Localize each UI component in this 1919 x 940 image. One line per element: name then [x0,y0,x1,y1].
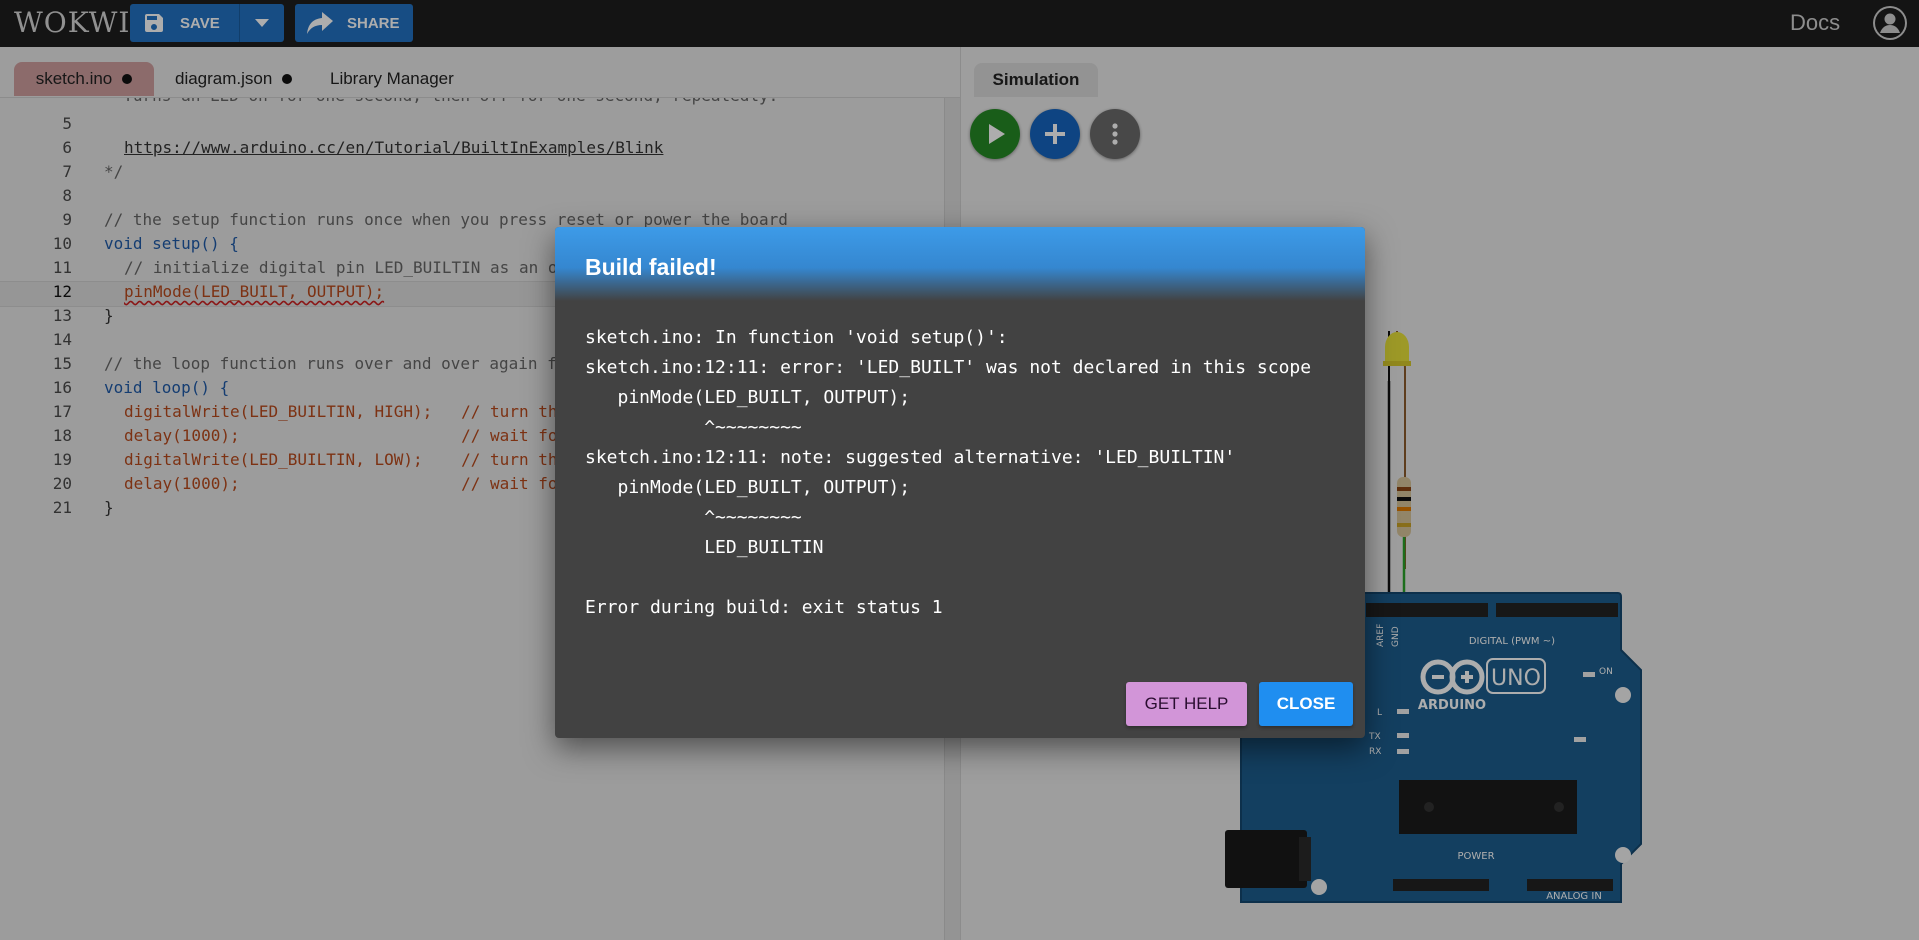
build-error-log: sketch.ino: In function 'void setup()': … [585,327,1312,618]
close-button[interactable]: CLOSE [1259,682,1353,726]
get-help-button[interactable]: GET HELP [1126,682,1247,726]
build-failed-dialog: Build failed! sketch.ino: In function 'v… [555,227,1365,738]
dialog-header: Build failed! [555,227,1365,301]
dialog-title: Build failed! [585,254,717,280]
